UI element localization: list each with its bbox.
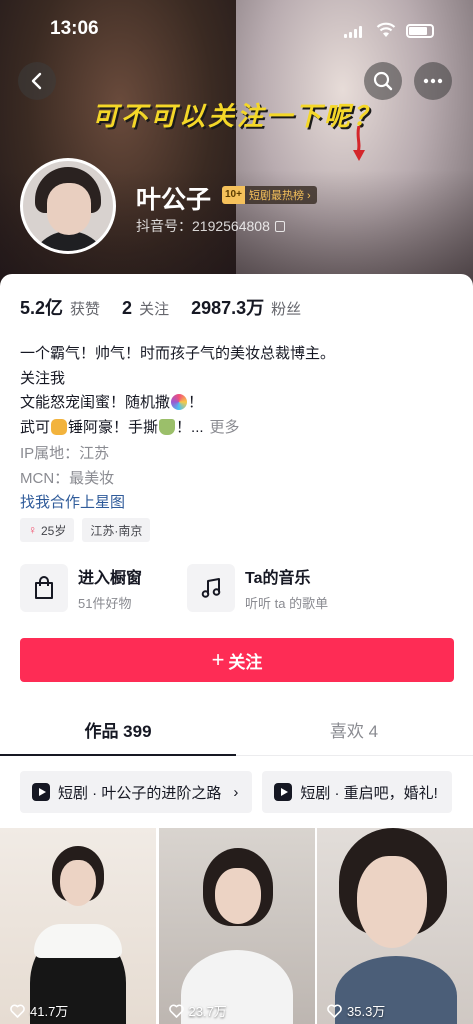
more-dots-icon (423, 78, 443, 84)
bio-line: 一个霸气！帅气！时而孩子气的美妆总裁博主。 (20, 345, 336, 362)
bio-line: 关注我 (20, 369, 66, 387)
rank-badge-label: 短剧最热榜 › (248, 190, 311, 202)
profile-card: 5.2亿 获赞 2 关注 2987.3万 粉丝 一个霸气！帅气！时而孩子气的美妆… (0, 274, 473, 1024)
douyin-id[interactable]: 抖音号：2192564808 (136, 216, 285, 236)
like-count: 23.7万 (168, 1001, 227, 1020)
follow-button[interactable]: + 关注 (20, 638, 454, 682)
play-icon (274, 783, 293, 801)
video-thumbnail[interactable]: 35.3万 (317, 828, 473, 1024)
mcn-info: MCN：最美妆 (20, 470, 115, 487)
video-thumbnail[interactable]: 41.7万 (0, 828, 156, 1024)
thumbnail-figure-face (60, 860, 96, 906)
like-count-value: 41.7万 (30, 1004, 69, 1019)
red-arrow-icon (353, 126, 365, 161)
like-count-value: 35.3万 (347, 1004, 386, 1019)
stat-followers[interactable]: 2987.3万 粉丝 (191, 294, 301, 320)
series-chip-label: 短剧 · 叶公子的进阶之路 (58, 784, 222, 802)
avatar-face (47, 183, 91, 235)
play-icon (32, 783, 50, 801)
bio-text: 文能怒宠闺蜜！随机撒 (20, 394, 171, 411)
thumbnail-figure-face (214, 868, 261, 924)
series-chip-label: 短剧 · 重启吧，婚礼! (300, 784, 438, 802)
chevron-right-icon: › (233, 783, 239, 801)
heart-icon (168, 1003, 184, 1018)
age-tag: ♀ 25岁 (20, 518, 75, 542)
location-tag: 江苏·南京 (82, 518, 151, 542)
heart-icon (327, 1003, 342, 1018)
banner-caption: 可不可以关注一下呢？ (92, 101, 383, 131)
lollipop-emoji-icon (171, 394, 188, 410)
rank-badge[interactable]: 10+ 短剧最热榜 › (222, 186, 317, 204)
bio-text: 锤阿豪！手撕 (68, 418, 159, 436)
music-shortcut[interactable]: Ta的音乐 听听 ta 的歌单 (187, 564, 328, 612)
female-icon: ♀ (28, 523, 37, 537)
fist-emoji-icon (51, 418, 68, 435)
douyin-id-text: 抖音号：2192564808 (136, 218, 270, 234)
shop-window-shortcut[interactable]: 进入橱窗 51件好物 (20, 564, 142, 612)
video-thumbnail[interactable]: 23.7万 (158, 828, 315, 1024)
stat-value: 2987.3万 (191, 298, 265, 318)
tea-emoji-icon (159, 418, 176, 435)
profile-name: 叶公子 (136, 186, 212, 214)
series-row: 短剧 · 叶公子的进阶之路 › 短剧 · 重启吧，婚礼! (20, 771, 462, 813)
follow-button-label: 关注 (228, 652, 263, 672)
heart-icon (10, 1003, 25, 1018)
stat-label: 关注 (139, 301, 170, 318)
like-count: 41.7万 (10, 1001, 68, 1020)
music-note-icon (187, 564, 235, 612)
bio-text: ！ (188, 394, 204, 411)
age-tag-label: 25岁 (41, 523, 67, 538)
tab-works[interactable]: 作品 399 (0, 704, 236, 756)
location-tag-label: 江苏·南京 (90, 523, 143, 538)
music-subtitle: 听听 ta 的歌单 (245, 596, 329, 611)
more-button[interactable] (414, 62, 452, 100)
avatar[interactable] (20, 158, 116, 254)
copy-icon[interactable] (274, 220, 285, 232)
tab-likes[interactable]: 喜欢 4 (236, 704, 472, 755)
bio-text: ！... (176, 418, 204, 436)
status-bar: 13:06 (0, 0, 473, 60)
plus-icon: + (211, 647, 225, 672)
bio-line: 文能怒宠闺蜜！随机撒 ！ (20, 391, 335, 416)
ip-location: IP属地：江苏 (20, 445, 110, 462)
bio[interactable]: 一个霸气！帅气！时而孩子气的美妆总裁博主。 关注我 文能怒宠闺蜜！随机撒 ！ 武可… (20, 342, 335, 440)
content-tabs: 作品 399 喜欢 4 (0, 704, 473, 756)
wifi-icon (376, 22, 396, 37)
stat-value: 5.2亿 (20, 298, 64, 318)
series-chip-2[interactable]: 短剧 · 重启吧，婚礼! (262, 771, 452, 813)
stat-value: 2 (122, 298, 133, 318)
star-map-link[interactable]: 找我合作上星图 (20, 491, 125, 512)
like-count-value: 23.7万 (188, 1004, 227, 1019)
search-button[interactable] (364, 62, 402, 100)
signal-icon (344, 26, 362, 38)
stat-likes[interactable]: 5.2亿 获赞 (20, 294, 100, 320)
bio-line: 武可 锤阿豪！手撕 ！... 更多 (20, 416, 335, 441)
shop-window-subtitle: 51件好物 (78, 596, 132, 611)
series-chip-1[interactable]: 短剧 · 叶公子的进阶之路 › (20, 771, 253, 813)
video-grid: 41.7万 23.7万 35.3万 (0, 828, 473, 1024)
bio-text: 武可 (20, 418, 51, 436)
music-title: Ta的音乐 (245, 570, 311, 587)
profile-tags: ♀ 25岁 江苏·南京 (20, 518, 158, 542)
stat-label: 获赞 (70, 301, 101, 318)
stats-row: 5.2亿 获赞 2 关注 2987.3万 粉丝 (20, 294, 323, 320)
chevron-left-icon (31, 72, 42, 90)
like-count: 35.3万 (327, 1001, 385, 1020)
shopping-bag-icon (20, 564, 68, 612)
back-button[interactable] (18, 62, 56, 100)
stat-following[interactable]: 2 关注 (122, 298, 169, 319)
bio-more-link[interactable]: 更多 (210, 419, 240, 436)
shop-window-title: 进入橱窗 (78, 570, 143, 587)
thumbnail-figure-top (34, 924, 122, 958)
battery-icon (406, 24, 434, 38)
thumbnail-figure-face (357, 856, 427, 948)
search-icon (373, 71, 393, 91)
stat-label: 粉丝 (271, 301, 302, 318)
status-time: 13:06 (50, 18, 99, 39)
rank-badge-number: 10+ (222, 186, 245, 204)
